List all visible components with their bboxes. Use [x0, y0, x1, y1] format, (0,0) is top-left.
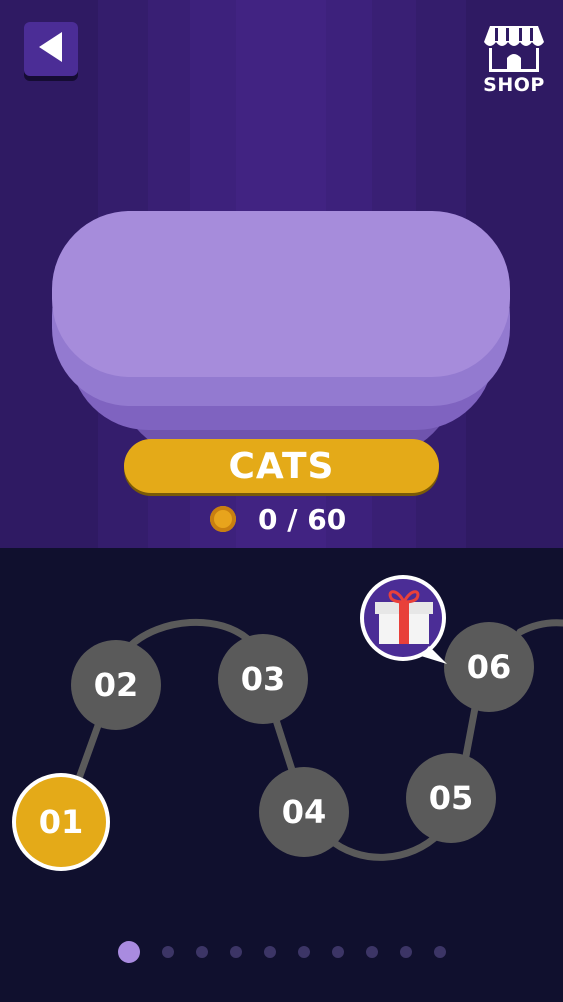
header-area: SHOP CATS 0 / 60	[0, 0, 563, 548]
level-02-node[interactable]: 02	[71, 640, 161, 730]
level-05-node[interactable]: 05	[406, 753, 496, 843]
level-06-node[interactable]: 06	[444, 622, 534, 712]
page-dot-4[interactable]	[230, 946, 242, 958]
category-title: CATS	[124, 439, 439, 493]
page-indicator	[118, 940, 468, 964]
level-03-node[interactable]: 03	[218, 634, 308, 724]
shop-button[interactable]: SHOP	[480, 22, 548, 98]
page-dot-6[interactable]	[298, 946, 310, 958]
page-dot-2[interactable]	[162, 946, 174, 958]
page-dot-8[interactable]	[366, 946, 378, 958]
gift-box-icon	[359, 575, 451, 670]
page-dot-9[interactable]	[400, 946, 412, 958]
page-dot-1[interactable]	[118, 941, 140, 963]
page-dot-7[interactable]	[332, 946, 344, 958]
back-arrow-icon	[36, 30, 66, 68]
page-dot-3[interactable]	[196, 946, 208, 958]
score-row: 0 / 60	[210, 498, 346, 540]
category-card[interactable]	[52, 211, 510, 377]
level-04-node[interactable]: 04	[259, 767, 349, 857]
level-01-node[interactable]: 01	[16, 777, 106, 867]
score-text: 0 / 60	[258, 502, 347, 536]
page-dot-10[interactable]	[434, 946, 446, 958]
coin-icon	[210, 506, 236, 532]
back-button[interactable]	[24, 22, 78, 76]
page-dot-5[interactable]	[264, 946, 276, 958]
level-map: 01 02 03 04 05 06	[0, 548, 563, 1002]
gift-bubble[interactable]	[359, 574, 451, 666]
shop-label: SHOP	[483, 74, 545, 96]
